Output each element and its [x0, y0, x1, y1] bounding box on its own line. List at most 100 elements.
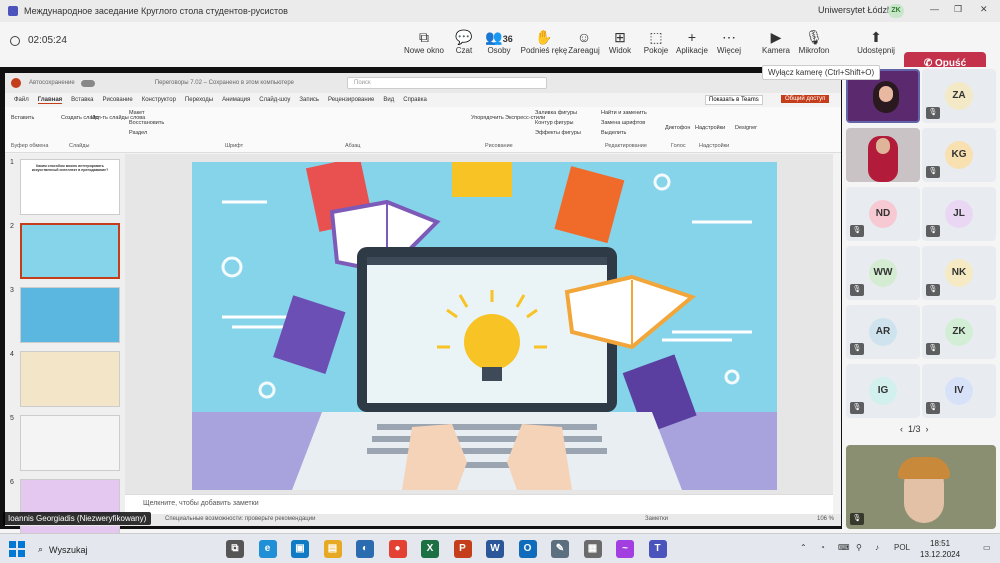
shield-icon — [10, 35, 20, 46]
show-in-teams-button[interactable]: Показать в Teams — [705, 95, 763, 105]
notes-pane[interactable]: Щелкните, чтобы добавить заметки — [125, 494, 833, 514]
files-icon[interactable]: ▤ — [323, 540, 342, 558]
clock-time: 18:51 — [930, 539, 951, 548]
ribbon-item-14[interactable]: Диктофон — [665, 125, 690, 131]
participant-video-tile[interactable] — [846, 128, 920, 182]
mikrofon-button[interactable]: 🎙 Mikrofon — [790, 28, 838, 55]
powerpoint-icon[interactable]: P — [453, 540, 472, 558]
ribbon-item-16[interactable]: Designer — [735, 125, 757, 131]
ribbon-tab-9[interactable]: Рецензирование — [328, 97, 374, 103]
task-view-icon[interactable]: ⧉ — [226, 540, 244, 558]
ribbon-tab-11[interactable]: Справка — [403, 97, 427, 103]
mic-off-icon: 🎙 — [805, 29, 823, 45]
udostępnij-button[interactable]: ⬆ Udostępnij — [852, 28, 900, 55]
restore-button[interactable]: ❐ — [954, 4, 962, 15]
edge-icon[interactable]: e — [258, 540, 277, 558]
ribbon-group-label: Редактирование — [605, 143, 647, 149]
ribbon-item-3[interactable]: Макет — [129, 110, 145, 116]
ribbon-tab-10[interactable]: Вид — [383, 97, 394, 103]
network-icon[interactable]: ◔ — [820, 543, 825, 552]
osoby-button[interactable]: 👥36 Osoby — [475, 28, 523, 55]
outlook-icon[interactable]: O — [518, 540, 537, 558]
ribbon-item-4[interactable]: Восстановить — [129, 120, 164, 126]
slide-thumbnail[interactable] — [20, 351, 120, 407]
ribbon-item-8[interactable]: Заливка фигуры — [535, 110, 577, 116]
thumb-number: 1 — [10, 159, 14, 166]
slide-thumbnail[interactable] — [20, 479, 120, 535]
tray-chevron-icon[interactable]: ⌃ — [800, 543, 807, 552]
slide-thumbnail[interactable] — [20, 223, 120, 279]
ribbon-tab-0[interactable]: Файл — [14, 97, 29, 103]
autosave-toggle[interactable] — [80, 79, 95, 87]
language-indicator[interactable]: POL — [894, 543, 910, 552]
start-button[interactable] — [9, 541, 25, 557]
participant-tile[interactable]: KG 🎙 — [922, 128, 996, 182]
browser-icon[interactable]: ◐ — [356, 540, 374, 558]
participant-tile[interactable]: IV 🎙 — [922, 364, 996, 418]
ribbon-item-12[interactable]: Замена шрифтов — [601, 120, 645, 126]
slide-editor — [125, 154, 833, 494]
participant-tile[interactable]: WW 🎙 — [846, 246, 920, 300]
participant-tile[interactable]: ND 🎙 — [846, 187, 920, 241]
slide-thumbnail[interactable] — [20, 415, 120, 471]
ribbon-item-10[interactable]: Эффекты фигуры — [535, 130, 581, 136]
account-avatar[interactable]: ZK — [888, 4, 904, 18]
mic-muted-icon: 🎙 — [850, 225, 864, 237]
powerpoint-logo-icon — [11, 78, 21, 88]
ribbon-item-5[interactable]: Раздел — [129, 130, 147, 136]
ribbon-tab-3[interactable]: Рисование — [102, 97, 132, 103]
taskbar-search[interactable]: ⌕ Wyszukaj — [38, 544, 87, 555]
excel-icon[interactable]: X — [421, 540, 439, 558]
ribbon-tab-2[interactable]: Вставка — [71, 97, 93, 103]
ribbon-item-15[interactable]: Надстройки — [695, 125, 725, 131]
keyboard-icon[interactable]: ⌨ — [838, 543, 850, 552]
ribbon-tab-6[interactable]: Анимация — [222, 97, 250, 103]
more-label: Więcej — [716, 46, 741, 55]
participant-avatar: NK — [945, 259, 973, 287]
volume-icon[interactable]: ♪ — [875, 543, 879, 552]
ppt-search-input[interactable]: Поиск — [347, 77, 547, 89]
camera-label: Kamera — [761, 46, 790, 55]
ribbon-tab-8[interactable]: Запись — [299, 97, 319, 103]
participant-avatar: JL — [945, 200, 973, 228]
participant-tile[interactable]: AR 🎙 — [846, 305, 920, 359]
taskbar-clock[interactable]: 18:51 13.12.2024 — [920, 538, 960, 560]
ribbon-tab-1[interactable]: Главная — [37, 97, 63, 104]
ppt-share-button[interactable]: Общий доступ — [781, 95, 830, 103]
ribbon-item-6[interactable]: Упорядочить — [471, 115, 504, 121]
notification-icon[interactable]: ▭ — [983, 543, 991, 552]
calculator-icon[interactable]: ▦ — [583, 540, 602, 558]
participant-avatar: WW — [869, 259, 897, 287]
pinned-video-tile[interactable]: 🎙 — [846, 445, 996, 529]
ribbon-item-13[interactable]: Выделить — [601, 130, 626, 136]
messenger-icon[interactable]: ~ — [616, 540, 634, 558]
participant-avatar: ND — [869, 200, 897, 228]
people-label: Osoby — [487, 46, 511, 55]
zoom-level: 106 % — [817, 516, 835, 522]
participant-tile[interactable]: NK 🎙 — [922, 246, 996, 300]
ribbon-item-0[interactable]: Вставить — [11, 115, 34, 121]
word-icon[interactable]: W — [486, 540, 504, 558]
photos-icon[interactable]: ▣ — [291, 540, 309, 558]
minimize-button[interactable]: — — [930, 4, 939, 14]
participant-tile[interactable]: ZA 🎙 — [922, 69, 996, 123]
ribbon-tab-5[interactable]: Переходы — [185, 97, 213, 103]
participant-tile[interactable]: JL 🎙 — [922, 187, 996, 241]
current-slide[interactable] — [192, 162, 777, 490]
ribbon-item-9[interactable]: Контур фигуры — [535, 120, 573, 126]
więcej-button[interactable]: ⋯ Więcej — [705, 28, 753, 55]
notes-toggle[interactable]: Заметки — [645, 516, 668, 522]
paint-icon[interactable]: ✎ — [551, 540, 569, 558]
chrome-icon[interactable]: ● — [388, 540, 407, 558]
ribbon-tab-4[interactable]: Конструктор — [142, 97, 176, 103]
teams-icon[interactable]: T — [648, 540, 667, 558]
close-window-button[interactable]: ✕ — [980, 4, 988, 15]
participant-tile[interactable]: IG 🎙 — [846, 364, 920, 418]
wifi-icon[interactable]: ⚲ — [856, 543, 862, 552]
ribbon-item-11[interactable]: Найти и заменить — [601, 110, 647, 116]
slide-thumbnail[interactable] — [20, 287, 120, 343]
ribbon-tab-7[interactable]: Слайд-шоу — [259, 97, 290, 103]
file-name: Переговоры 7.02 – Сохранено в этом компь… — [154, 80, 295, 86]
slide-thumbnail[interactable]: Каким способом можно интегрировать искус… — [20, 159, 120, 215]
participant-tile[interactable]: ZK 🎙 — [922, 305, 996, 359]
